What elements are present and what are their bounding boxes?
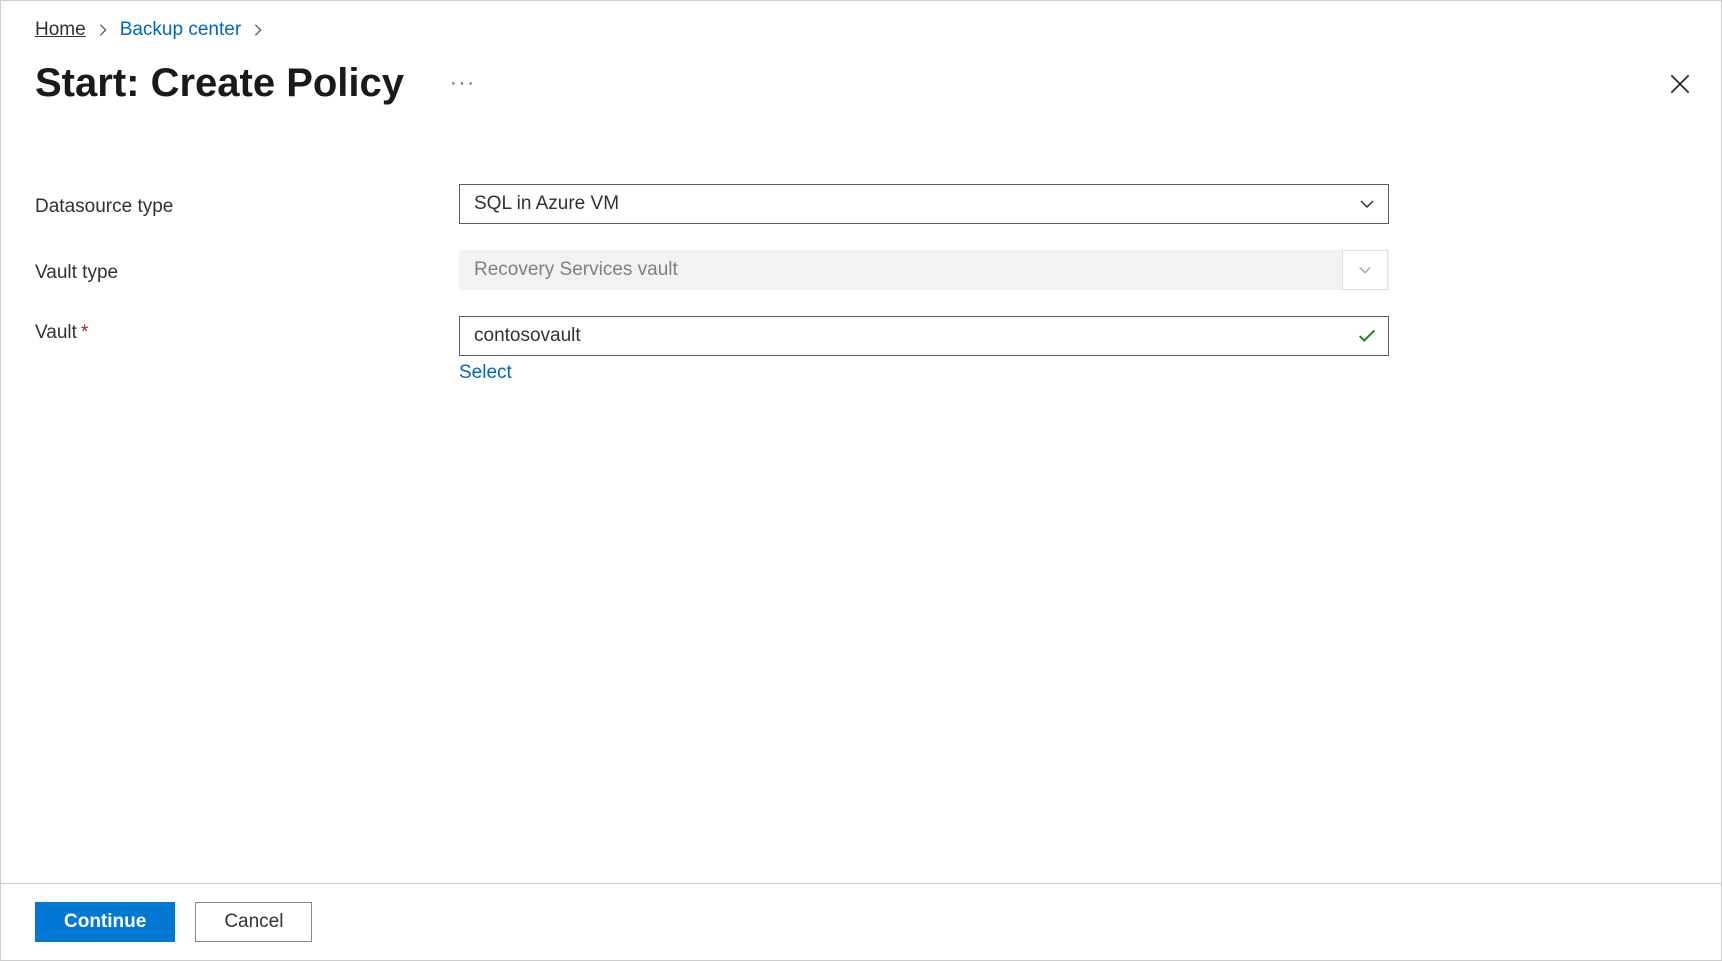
- chevron-down-icon: [1342, 250, 1388, 290]
- datasource-type-label: Datasource type: [35, 190, 459, 218]
- footer-actions: Continue Cancel: [1, 883, 1721, 960]
- datasource-type-value: SQL in Azure VM: [474, 193, 619, 215]
- create-policy-form: Datasource type SQL in Azure VM Vault ty…: [35, 184, 1687, 384]
- vault-type-select: Recovery Services vault: [459, 250, 1389, 290]
- chevron-right-icon: [251, 23, 265, 37]
- vault-input[interactable]: contosovault: [459, 316, 1389, 356]
- required-marker: *: [81, 322, 88, 343]
- vault-select-link[interactable]: Select: [459, 362, 512, 384]
- breadcrumb-backup-center[interactable]: Backup center: [120, 19, 241, 41]
- vault-type-label: Vault type: [35, 256, 459, 284]
- close-icon: [1667, 71, 1693, 97]
- more-actions-button[interactable]: ···: [442, 68, 484, 99]
- chevron-right-icon: [96, 23, 110, 37]
- continue-button[interactable]: Continue: [35, 902, 175, 942]
- vault-type-value: Recovery Services vault: [474, 259, 678, 281]
- cancel-button[interactable]: Cancel: [195, 902, 312, 942]
- page-title: Start: Create Policy: [35, 61, 404, 106]
- check-icon: [1356, 325, 1378, 347]
- chevron-down-icon: [1358, 195, 1376, 213]
- vault-label: Vault*: [35, 316, 459, 344]
- breadcrumb: Home Backup center: [35, 19, 1687, 41]
- vault-value: contosovault: [474, 325, 581, 347]
- close-button[interactable]: [1663, 67, 1697, 101]
- datasource-type-select[interactable]: SQL in Azure VM: [459, 184, 1389, 224]
- breadcrumb-home[interactable]: Home: [35, 19, 86, 41]
